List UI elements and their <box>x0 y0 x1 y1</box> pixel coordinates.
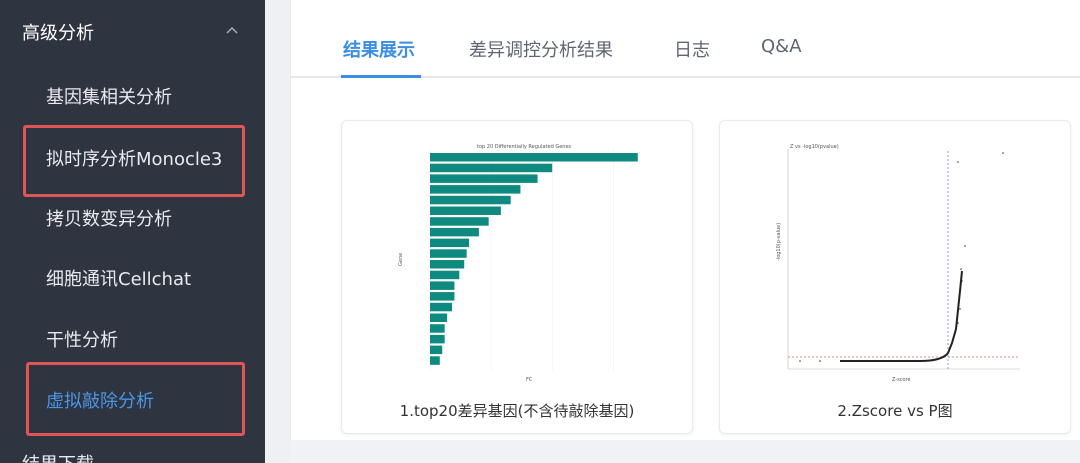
main-panel: 结果展示 差异调控分析结果 日志 Q&A top 20 Differential… <box>290 0 1080 440</box>
chart-bar <box>430 281 455 290</box>
chart-bar <box>430 302 452 312</box>
sidebar-item-label: 细胞通讯Cellchat <box>46 269 192 290</box>
sidebar-item-label: 干性分析 <box>46 330 118 351</box>
x-axis-label: FC <box>526 377 533 383</box>
active-tab-indicator <box>341 75 421 78</box>
y-axis-label: -log10(p-value) <box>776 223 782 261</box>
scatter-trend <box>840 270 963 362</box>
card-caption: 2.Zscore vs P图 <box>837 402 953 420</box>
chevron-up-icon <box>226 26 238 34</box>
sidebar-item-label: 拷贝数变异分析 <box>46 209 172 230</box>
x-axis-label: Z-score <box>892 377 911 383</box>
chart-bar <box>430 249 467 258</box>
chart-bar <box>430 185 521 194</box>
chart-bar <box>430 195 511 205</box>
chart-bar <box>430 260 465 269</box>
sidebar-item-virtual-knockout[interactable]: 虚拟敲除分析 <box>0 370 265 430</box>
sidebar-item-cnv[interactable]: 拷贝数变异分析 <box>0 188 265 248</box>
chart-bar <box>430 270 460 280</box>
menu-section-results-download[interactable]: 结果下载 <box>22 450 94 463</box>
tab-differential-regulation[interactable]: 差异调控分析结果 <box>469 36 613 62</box>
chart-title: Z vs -log10(pvalue) <box>790 144 839 150</box>
tab-log[interactable]: 日志 <box>674 36 710 62</box>
card-caption: 1.top20差异基因(不含待敲除基因) <box>399 402 635 420</box>
menu-section-title: 高级分析 <box>22 23 94 44</box>
sidebar-item-geneset-correlation[interactable]: 基因集相关分析 <box>0 66 265 126</box>
result-card-top20[interactable]: top 20 Differentially Regulated Genes Ge… <box>341 120 693 434</box>
chart-bar <box>430 238 470 248</box>
tab-results-display[interactable]: 结果展示 <box>343 36 415 62</box>
chart-bar <box>430 324 445 333</box>
y-axis-label: Gene <box>398 253 404 266</box>
zscore-scatter-chart: Z vs -log10(pvalue) -log10(p-value) Z-sc… <box>776 144 1020 383</box>
sidebar-item-label: 拟时序分析Monocle3 <box>46 149 223 170</box>
tab-qa[interactable]: Q&A <box>761 36 802 57</box>
chart-bar <box>430 153 638 162</box>
menu-section-advanced-analysis[interactable]: 高级分析 <box>0 0 265 64</box>
top20-bar-chart: top 20 Differentially Regulated Genes Ge… <box>398 144 638 383</box>
sidebar-item-cellchat[interactable]: 细胞通讯Cellchat <box>0 248 265 308</box>
chart-bar <box>430 313 448 322</box>
chart-bar <box>430 206 501 215</box>
sidebar: 高级分析 基因集相关分析 拟时序分析Monocle3 拷贝数变异分析 细胞通讯C… <box>0 0 265 463</box>
tab-bar: 结果展示 差异调控分析结果 日志 Q&A <box>291 0 1080 78</box>
result-card-zscore[interactable]: Z vs -log10(pvalue) -log10(p-value) Z-sc… <box>719 120 1071 434</box>
chart-bar <box>430 174 538 183</box>
sidebar-item-label: 虚拟敲除分析 <box>46 391 154 412</box>
chart-bar <box>430 163 553 173</box>
chart-bar <box>430 345 443 355</box>
chart-bar <box>430 217 489 226</box>
sidebar-item-label: 基因集相关分析 <box>46 87 172 108</box>
chart-bar <box>430 227 479 237</box>
sidebar-item-stemness[interactable]: 干性分析 <box>0 309 265 369</box>
chart-bar <box>430 334 445 344</box>
sidebar-item-monocle3[interactable]: 拟时序分析Monocle3 <box>0 128 265 188</box>
chart-bar <box>430 292 455 301</box>
divider-strip <box>265 0 290 463</box>
chart-bar <box>430 356 440 365</box>
